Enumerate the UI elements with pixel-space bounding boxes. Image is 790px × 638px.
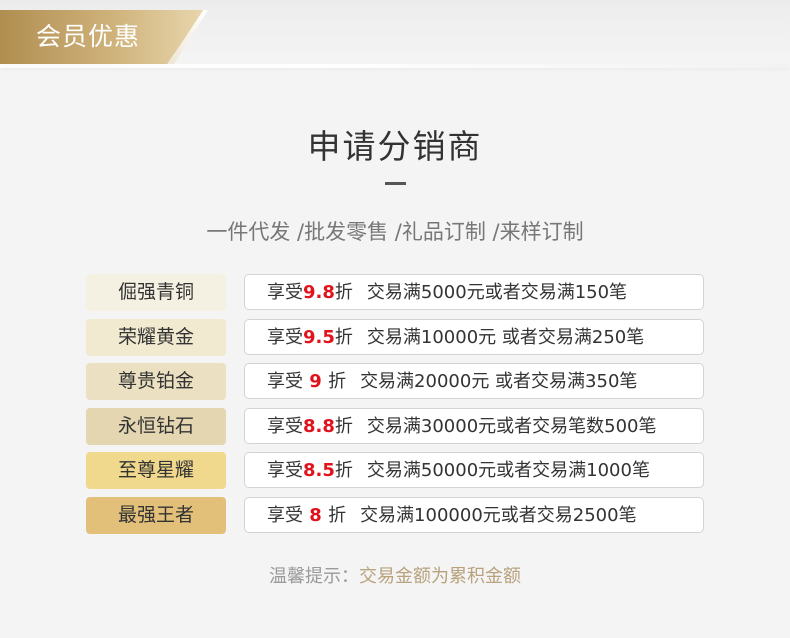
page-title: 申请分销商	[307, 127, 483, 166]
tier-discount: 8	[303, 505, 329, 526]
tier-condition: 交易满5000元或者交易满150笔	[366, 282, 628, 303]
banner-label: 会员优惠	[36, 22, 141, 51]
tier-condition: 交易满100000元或者交易2500笔	[360, 505, 637, 526]
title-divider	[385, 182, 406, 185]
tier-suffix: 折	[334, 327, 353, 348]
tier-row: 尊贵铂金 享受 9 折交易满20000元 或者交易满350笔	[0, 363, 790, 401]
tier-prefix: 享受	[267, 505, 303, 526]
page-subtitle: 一件代发 /批发零售 /礼品订制 /来样订制	[206, 220, 584, 244]
tier-suffix: 折	[334, 282, 353, 303]
tier-badge: 至尊星耀	[86, 452, 226, 489]
tier-badge: 尊贵铂金	[86, 363, 226, 400]
tier-prefix: 享受	[267, 460, 303, 481]
tier-suffix: 折	[328, 371, 347, 392]
tier-suffix: 折	[334, 416, 353, 437]
tier-condition: 交易满50000元或者交易满1000笔	[366, 460, 650, 481]
tier-row: 荣耀黄金 享受9.5折 交易满10000元 或者交易满250笔	[0, 319, 790, 357]
tier-badge: 永恒钻石	[86, 408, 226, 445]
tier-info: 享受 8 折交易满100000元或者交易2500笔	[244, 497, 704, 533]
tier-row: 永恒钻石 享受8.8折 交易满30000元或者交易笔数500笔	[0, 408, 790, 446]
tier-row: 倔强青铜 享受9.8折 交易满5000元或者交易满150笔	[0, 274, 790, 312]
tier-info: 享受8.8折 交易满30000元或者交易笔数500笔	[244, 408, 704, 444]
tier-prefix: 享受	[267, 327, 303, 348]
tier-prefix: 享受	[267, 416, 303, 437]
tier-discount: 9.5	[303, 327, 335, 348]
tier-suffix: 折	[328, 505, 347, 526]
tier-prefix: 享受	[267, 282, 303, 303]
tier-condition: 交易满30000元或者交易笔数500笔	[366, 416, 657, 437]
tip-line: 温馨提示：交易金额为累积金额	[0, 562, 790, 588]
tier-badge: 荣耀黄金	[86, 319, 226, 356]
tier-info: 享受9.8折 交易满5000元或者交易满150笔	[244, 274, 704, 310]
tier-condition: 交易满10000元 或者交易满250笔	[366, 327, 645, 348]
tier-badge: 最强王者	[86, 497, 226, 534]
tier-row: 至尊星耀 享受8.5折 交易满50000元或者交易满1000笔	[0, 452, 790, 490]
tier-discount: 9.8	[303, 282, 335, 303]
tier-discount: 8.8	[303, 416, 335, 437]
tier-discount: 9	[303, 371, 329, 392]
tier-suffix: 折	[334, 460, 353, 481]
header-divider	[0, 64, 790, 68]
tier-condition: 交易满20000元 或者交易满350笔	[360, 371, 638, 392]
tip-label: 温馨提示：	[269, 566, 359, 587]
tip-text: 交易金额为累积金额	[359, 566, 521, 587]
tier-info: 享受9.5折 交易满10000元 或者交易满250笔	[244, 319, 704, 355]
tier-info: 享受 9 折交易满20000元 或者交易满350笔	[244, 363, 704, 399]
tier-row: 最强王者 享受 8 折交易满100000元或者交易2500笔	[0, 497, 790, 535]
tier-info: 享受8.5折 交易满50000元或者交易满1000笔	[244, 452, 704, 488]
tier-discount: 8.5	[303, 460, 335, 481]
tier-prefix: 享受	[267, 371, 303, 392]
tier-badge: 倔强青铜	[86, 274, 226, 311]
